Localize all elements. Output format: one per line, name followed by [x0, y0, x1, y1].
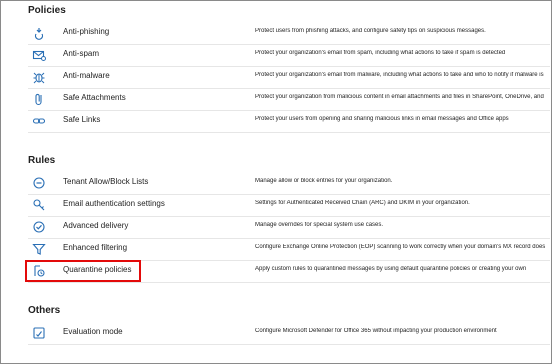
section-title-others: Others: [28, 305, 61, 316]
row-description: Protect users from phishing attacks, and…: [255, 28, 486, 34]
row-name: Safe Attachments: [63, 93, 126, 102]
row-safe-attachments[interactable]: Safe Attachments Protect your organizati…: [28, 88, 550, 111]
key-icon: [32, 198, 46, 212]
row-description: Configure Microsoft Defender for Office …: [255, 328, 497, 334]
attachment-icon: [32, 92, 46, 106]
filter-icon: [32, 242, 46, 256]
row-description: Settings for Authenticated Received Chai…: [255, 200, 470, 206]
block-icon: [32, 176, 46, 190]
row-description: Protect your organization's email from m…: [255, 72, 544, 78]
section-title-rules: Rules: [28, 155, 56, 166]
highlight-box: [25, 260, 141, 282]
row-name: Email authentication settings: [63, 199, 165, 208]
anti-malware-icon: [32, 70, 46, 84]
link-icon: [32, 114, 46, 128]
row-advanced-delivery[interactable]: Advanced delivery Manage overrides for s…: [28, 216, 550, 239]
row-description: Protect your users from opening and shar…: [255, 116, 509, 122]
row-name: Anti-phishing: [63, 27, 110, 36]
section-title-policies: Policies: [28, 5, 66, 16]
row-email-authentication-settings[interactable]: Email authentication settings Settings f…: [28, 194, 550, 217]
row-description: Protect your organization from malicious…: [255, 94, 544, 100]
row-description: Protect your organization's email from s…: [255, 50, 506, 56]
row-description: Manage allow or block entries for your o…: [255, 178, 393, 184]
row-anti-phishing[interactable]: Anti-phishing Protect users from phishin…: [28, 22, 550, 45]
row-name: Advanced delivery: [63, 221, 129, 230]
row-tenant-allow-block-lists[interactable]: Tenant Allow/Block Lists Manage allow or…: [28, 172, 550, 195]
row-anti-malware[interactable]: Anti-malware Protect your organization's…: [28, 66, 550, 89]
row-description: Manage overrides for special system use …: [255, 222, 384, 228]
anti-spam-icon: [32, 48, 46, 62]
row-name: Tenant Allow/Block Lists: [63, 177, 149, 186]
row-name: Evaluation mode: [63, 327, 123, 336]
row-anti-spam[interactable]: Anti-spam Protect your organization's em…: [28, 44, 550, 67]
row-enhanced-filtering[interactable]: Enhanced filtering Configure Exchange On…: [28, 238, 550, 261]
row-description: Apply custom rules to quarantined messag…: [255, 266, 527, 272]
row-name: Safe Links: [63, 115, 101, 124]
checkmark-icon: [32, 220, 46, 234]
evaluation-icon: [32, 326, 46, 340]
row-description: Configure Exchange Online Protection (EO…: [255, 244, 546, 250]
row-name: Enhanced filtering: [63, 243, 128, 252]
anti-phishing-icon: [32, 26, 46, 40]
row-safe-links[interactable]: Safe Links Protect your users from openi…: [28, 110, 550, 133]
row-name: Anti-malware: [63, 71, 110, 80]
row-name: Anti-spam: [63, 49, 100, 58]
row-evaluation-mode[interactable]: Evaluation mode Configure Microsoft Defe…: [28, 322, 550, 345]
